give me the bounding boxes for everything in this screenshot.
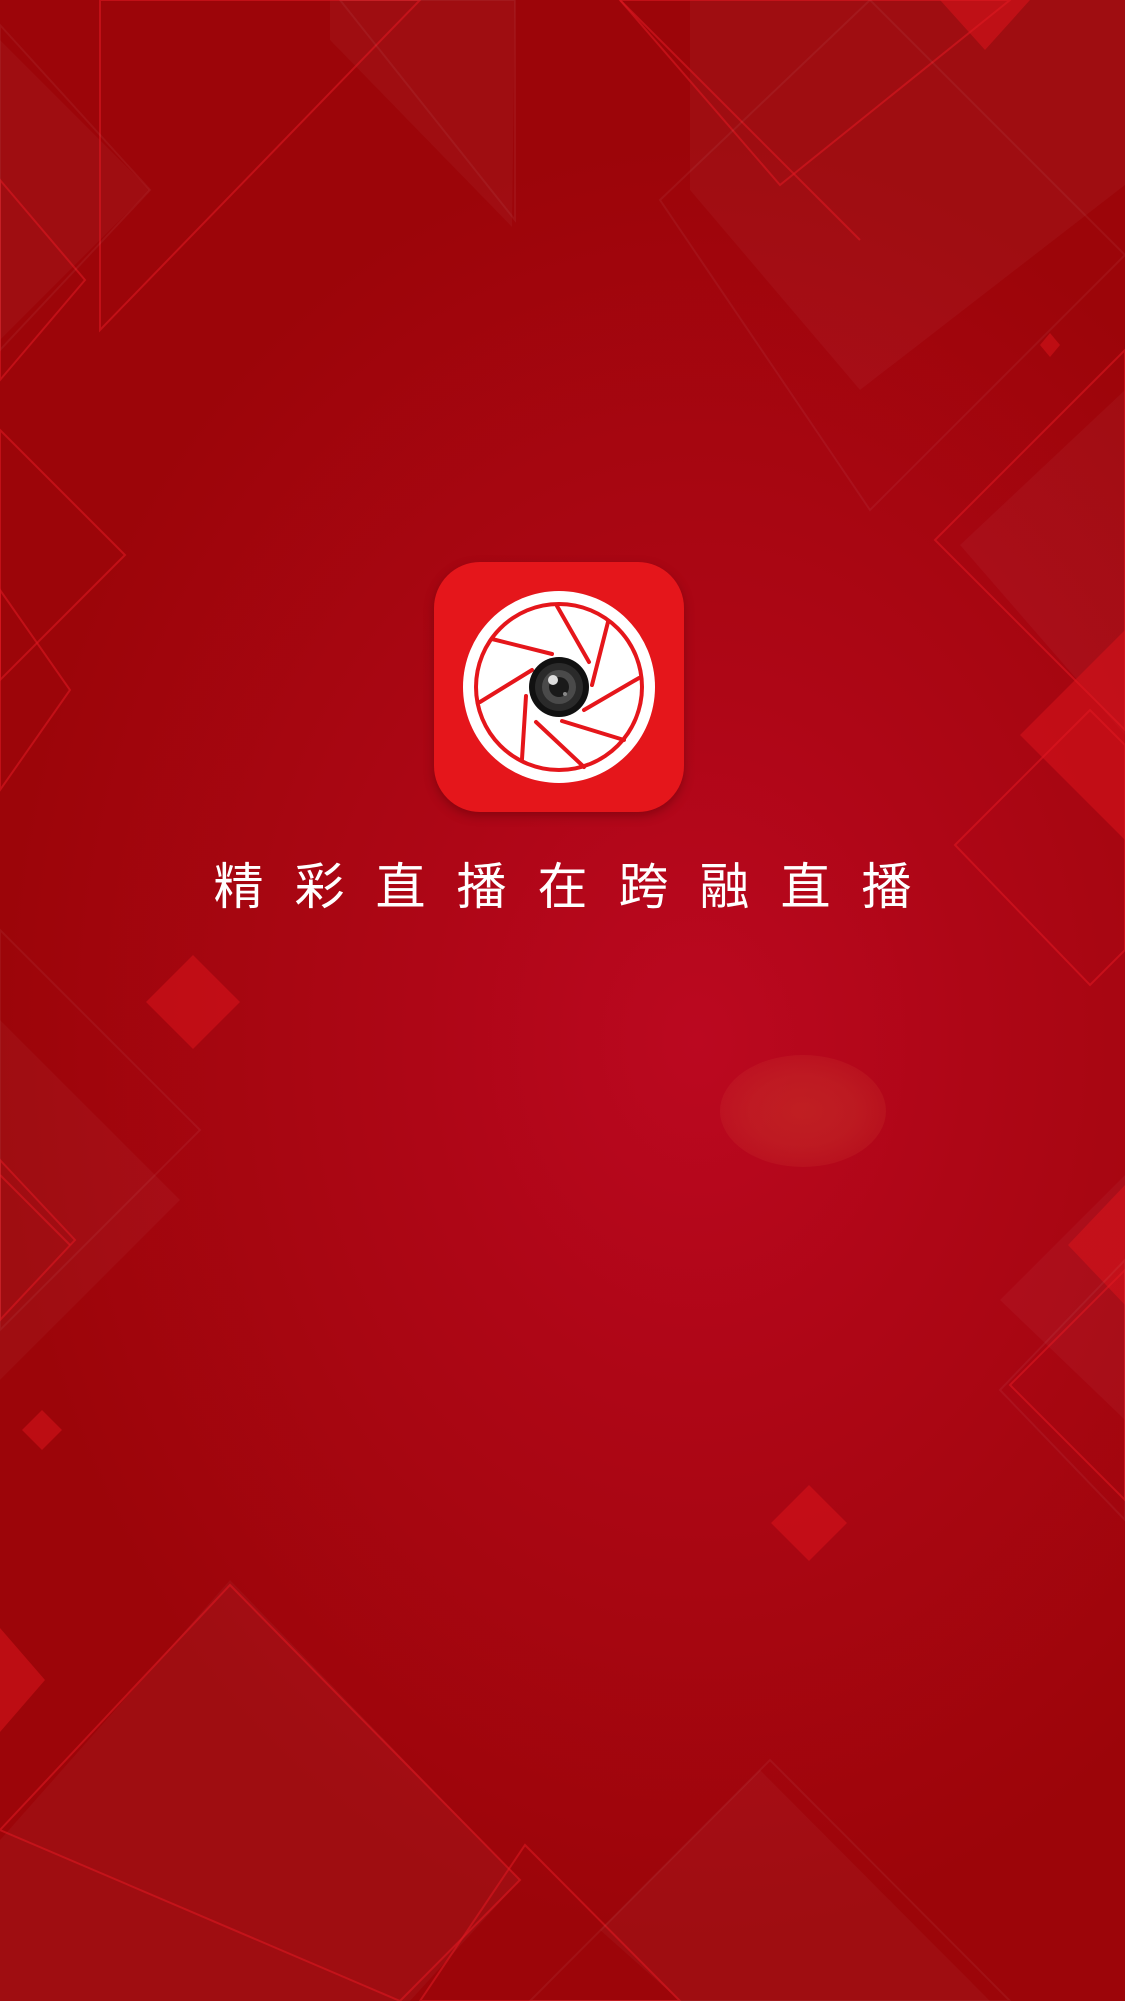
splash-screen: 精彩直播在跨融直播 <box>0 0 1125 2001</box>
app-logo <box>434 562 684 812</box>
tagline-text: 精彩直播在跨融直播 <box>213 858 943 916</box>
camera-aperture-icon <box>463 591 655 783</box>
background-pattern <box>0 0 1125 2001</box>
light-flare <box>720 1055 886 1167</box>
